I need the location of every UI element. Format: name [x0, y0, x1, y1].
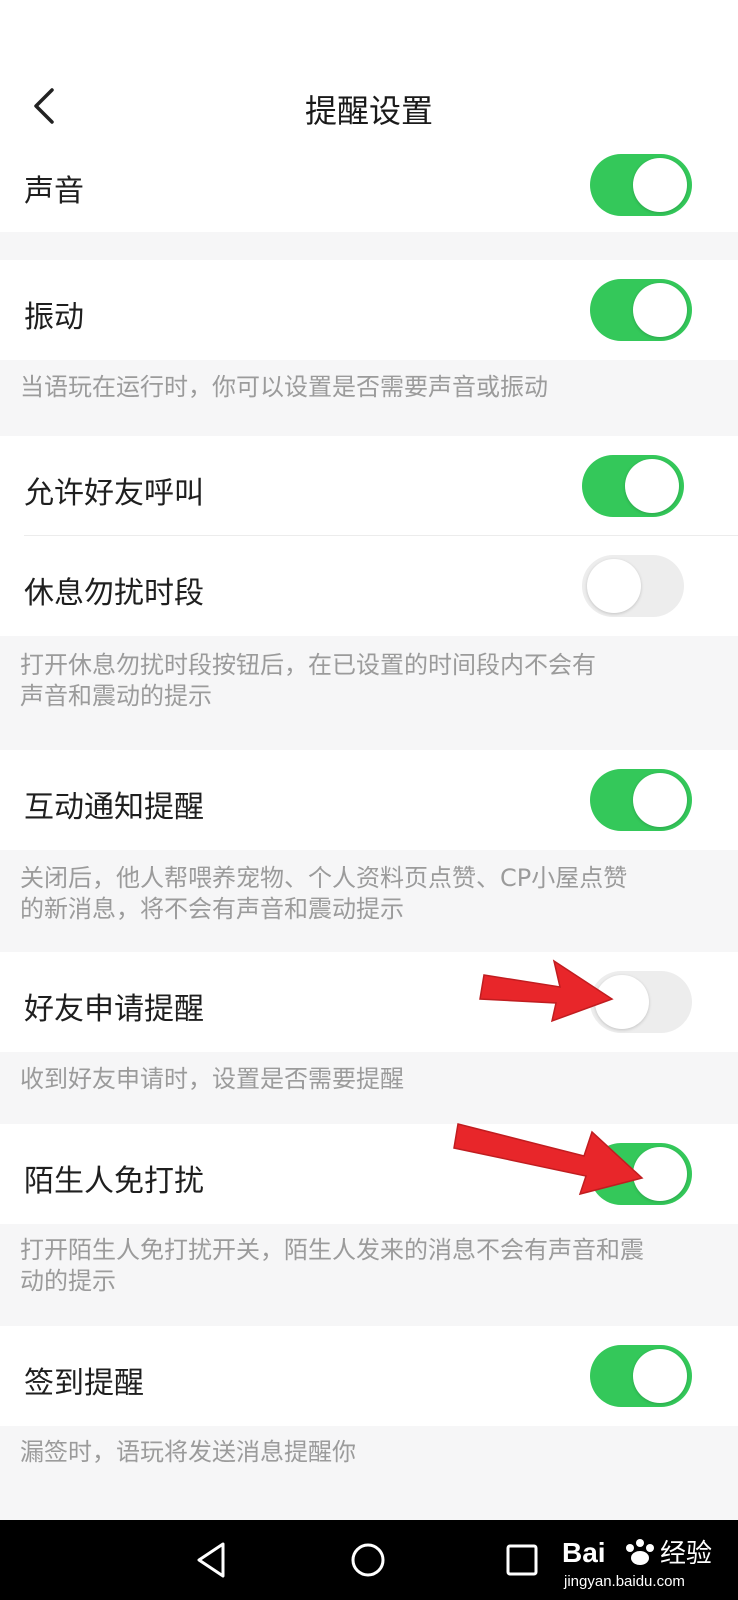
- stranger-dnd-note: 打开陌生人免打扰开关，陌生人发来的消息不会有声音和震 动的提示: [20, 1235, 720, 1297]
- toggle-knob: [625, 459, 679, 513]
- setting-label: 允许好友呼叫: [24, 476, 204, 511]
- setting-row-vibration: 振动: [0, 260, 738, 360]
- toggle-knob: [633, 1349, 687, 1403]
- toggle-knob: [587, 559, 641, 613]
- setting-row-sound: 声音: [0, 146, 738, 232]
- setting-row-dnd-period: 休息勿扰时段: [0, 536, 738, 636]
- toggle-knob: [633, 773, 687, 827]
- checkin-reminder-note: 漏签时，语玩将发送消息提醒你: [20, 1438, 356, 1466]
- red-arrow-icon: [453, 1123, 644, 1196]
- recents-square-icon[interactable]: [500, 1538, 544, 1582]
- red-arrow-icon: [479, 959, 614, 1023]
- vibration-toggle[interactable]: [590, 279, 692, 341]
- baidu-jingyan-watermark-logo: Bai 经验 jingyan.baidu.com: [562, 1537, 712, 1590]
- interaction-notify-note: 关闭后，他人帮喂养宠物、个人资料页点赞、CP小屋点赞 的新消息，将不会有声音和震…: [20, 863, 720, 925]
- system-nav-bar: Bai 经验 jingyan.baidu.com: [0, 1520, 738, 1600]
- note-line: 打开休息勿扰时段按钮后，在已设置的时间段内不会有: [20, 651, 596, 679]
- svg-text:经验: 经验: [660, 1539, 712, 1569]
- checkin-reminder-toggle[interactable]: [590, 1345, 692, 1407]
- setting-row-friend-request: 好友申请提醒: [0, 952, 738, 1052]
- page-title: 提醒设置: [304, 92, 433, 130]
- note-line: 动的提示: [20, 1267, 116, 1295]
- dnd-period-toggle[interactable]: [582, 555, 684, 617]
- home-circle-icon[interactable]: [346, 1538, 390, 1582]
- header: 提醒设置: [0, 70, 738, 146]
- setting-row-checkin-reminder: 签到提醒: [0, 1326, 738, 1426]
- svg-text:jingyan.baidu.com: jingyan.baidu.com: [563, 1573, 685, 1590]
- interaction-notify-toggle[interactable]: [590, 769, 692, 831]
- setting-label: 互动通知提醒: [24, 790, 204, 825]
- setting-label: 休息勿扰时段: [24, 576, 204, 611]
- note-line: 的新消息，将不会有声音和震动提示: [20, 895, 404, 923]
- setting-row-interaction-notify: 互动通知提醒: [0, 750, 738, 850]
- friend-call-toggle[interactable]: [582, 455, 684, 517]
- toggle-knob: [633, 283, 687, 337]
- vibration-note: 当语玩在运行时，你可以设置是否需要声音或振动: [20, 373, 548, 401]
- friend-request-note: 收到好友申请时，设置是否需要提醒: [20, 1065, 404, 1093]
- toggle-knob: [633, 158, 687, 212]
- note-line: 声音和震动的提示: [20, 682, 212, 710]
- note-line: 关闭后，他人帮喂养宠物、个人资料页点赞、CP小屋点赞: [20, 864, 628, 892]
- setting-row-friend-call: 允许好友呼叫: [0, 436, 738, 536]
- setting-label: 振动: [24, 300, 84, 335]
- dnd-period-note: 打开休息勿扰时段按钮后，在已设置的时间段内不会有 声音和震动的提示: [20, 650, 720, 712]
- back-triangle-icon[interactable]: [190, 1538, 234, 1582]
- svg-text:Bai: Bai: [562, 1537, 606, 1568]
- setting-label: 签到提醒: [24, 1366, 144, 1401]
- sound-toggle[interactable]: [590, 154, 692, 216]
- setting-label: 好友申请提醒: [24, 992, 204, 1027]
- setting-label: 陌生人免打扰: [24, 1164, 204, 1199]
- note-line: 打开陌生人免打扰开关，陌生人发来的消息不会有声音和震: [20, 1236, 644, 1264]
- setting-label: 声音: [24, 174, 84, 209]
- status-bar: [0, 0, 738, 70]
